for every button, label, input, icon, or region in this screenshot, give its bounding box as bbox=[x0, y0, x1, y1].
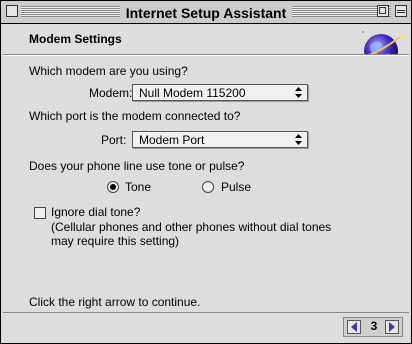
tone-label[interactable]: Tone bbox=[125, 180, 151, 194]
title-bar[interactable]: Internet Setup Assistant bbox=[1, 1, 411, 24]
next-page-button[interactable] bbox=[385, 320, 399, 334]
pulse-radio[interactable] bbox=[202, 181, 214, 193]
page-navigator: 3 bbox=[343, 317, 403, 337]
right-arrow-icon bbox=[389, 322, 395, 332]
port-popup[interactable]: Modem Port bbox=[132, 131, 308, 148]
setup-assistant-window: Internet Setup Assistant Modem Settings … bbox=[0, 0, 412, 344]
pulse-label[interactable]: Pulse bbox=[221, 180, 251, 194]
header: Modem Settings bbox=[3, 24, 409, 69]
updown-arrows-icon bbox=[295, 87, 302, 98]
modem-label: Modem: bbox=[89, 86, 133, 100]
content-panel: Which modem are you using? Modem: Null M… bbox=[3, 56, 409, 312]
modem-question: Which modem are you using? bbox=[29, 64, 188, 78]
dialing-question: Does your phone line use tone or pulse? bbox=[29, 159, 245, 173]
port-label: Port: bbox=[101, 133, 127, 147]
dial-tone-note-line1: (Cellular phones and other phones withou… bbox=[51, 220, 332, 234]
dial-tone-note-line2: may require this setting) bbox=[51, 234, 180, 248]
ignore-dial-tone-checkbox[interactable] bbox=[34, 207, 46, 219]
left-arrow-icon bbox=[351, 322, 357, 332]
section-title: Modem Settings bbox=[29, 32, 122, 46]
tone-radio[interactable] bbox=[107, 181, 119, 193]
ignore-dial-tone-label[interactable]: Ignore dial tone? bbox=[51, 205, 140, 219]
footer: 3 bbox=[3, 313, 409, 341]
window-title: Internet Setup Assistant bbox=[119, 5, 293, 21]
port-question: Which port is the modem connected to? bbox=[29, 109, 241, 123]
port-popup-value: Modem Port bbox=[139, 133, 205, 147]
modem-popup-value: Null Modem 115200 bbox=[139, 86, 246, 100]
page-number: 3 bbox=[370, 319, 378, 333]
updown-arrows-icon bbox=[295, 134, 302, 145]
modem-popup[interactable]: Null Modem 115200 bbox=[132, 84, 308, 101]
continue-instruction: Click the right arrow to continue. bbox=[29, 295, 201, 309]
previous-page-button[interactable] bbox=[347, 320, 361, 334]
